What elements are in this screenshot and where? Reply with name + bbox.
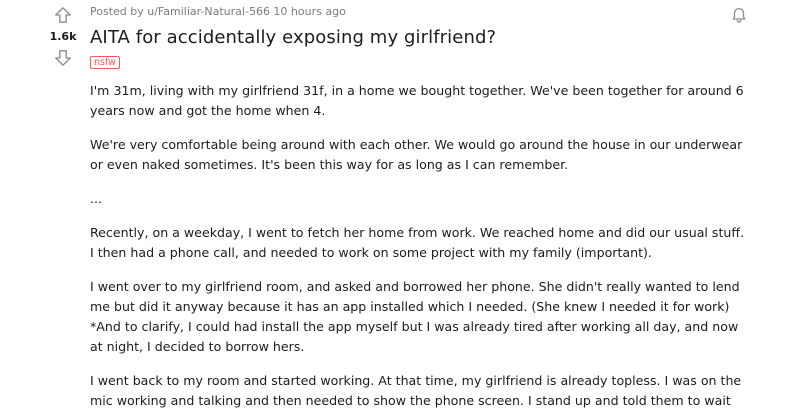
upvote-button[interactable] <box>52 4 74 26</box>
follow-post-button[interactable] <box>728 4 750 26</box>
upvote-arrow-icon <box>55 7 71 23</box>
post-paragraph: Recently, on a weekday, I went to fetch … <box>90 225 745 260</box>
post-meta[interactable]: Posted by u/Familiar-Natural-566 10 hour… <box>90 6 750 18</box>
post-body: I'm 31m, living with my girlfriend 31f, … <box>90 81 750 411</box>
vote-column: 1.6k <box>48 4 78 69</box>
post-paragraph: I went over to my girlfriend room, and a… <box>90 279 740 354</box>
post-title[interactable]: AITA for accidentally exposing my girlfr… <box>90 27 750 49</box>
post-paragraph: We're very comfortable being around with… <box>90 137 743 172</box>
downvote-button[interactable] <box>52 47 74 69</box>
post-paragraph: ... <box>90 191 103 206</box>
downvote-arrow-icon <box>55 50 71 66</box>
post: Posted by u/Familiar-Natural-566 10 hour… <box>90 0 750 420</box>
nsfw-flair: nsfw <box>90 56 120 69</box>
vote-count: 1.6k <box>49 30 77 43</box>
post-paragraph: I'm 31m, living with my girlfriend 31f, … <box>90 83 744 118</box>
bell-icon <box>732 8 746 23</box>
post-paragraph: I went back to my room and started worki… <box>90 373 742 408</box>
